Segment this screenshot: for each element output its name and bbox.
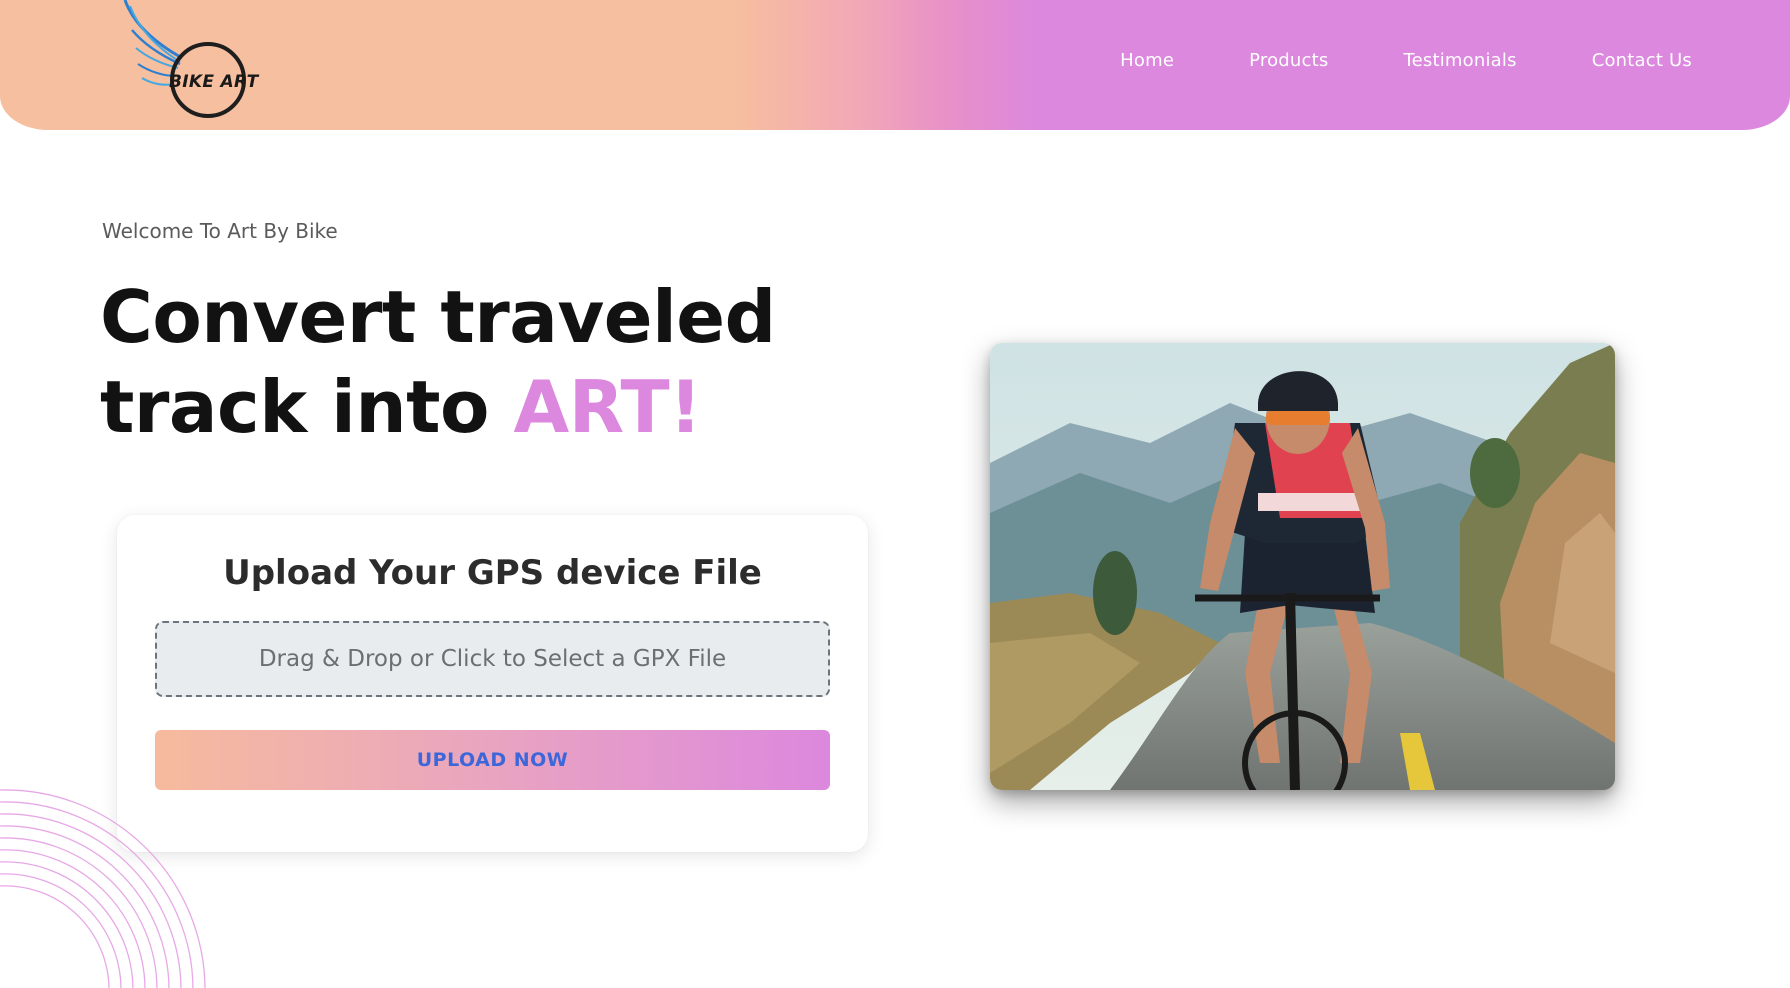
welcome-text: Welcome To Art By Bike [102, 219, 338, 243]
headline-line-1: Convert traveled [100, 275, 776, 359]
nav-products[interactable]: Products [1249, 50, 1328, 71]
hero-headline: Convert traveled track into ART! [100, 272, 776, 452]
main-nav: Home Products Testimonials Contact Us [1120, 50, 1692, 71]
cyclist-hero-image [990, 343, 1615, 790]
bike-art-logo[interactable]: BIKE ART [122, 0, 272, 124]
headline-accent: ART! [513, 365, 702, 449]
headline-line-2: track into [100, 365, 514, 449]
upload-title: Upload Your GPS device File [223, 553, 762, 593]
winged-wheel-icon [123, 0, 246, 118]
upload-card: Upload Your GPS device File Drag & Drop … [117, 515, 868, 852]
nav-testimonials[interactable]: Testimonials [1403, 50, 1516, 71]
upload-now-button[interactable]: UPLOAD NOW [155, 730, 830, 790]
cyclist-photo [990, 343, 1615, 790]
site-header: BIKE ART Home Products Testimonials Cont… [0, 0, 1790, 130]
gpx-dropzone[interactable]: Drag & Drop or Click to Select a GPX Fil… [155, 621, 830, 697]
logo-text: BIKE ART [169, 72, 259, 92]
dropzone-text: Drag & Drop or Click to Select a GPX Fil… [258, 646, 727, 672]
nav-contact-us[interactable]: Contact Us [1592, 50, 1692, 71]
nav-home[interactable]: Home [1120, 50, 1174, 71]
decorative-arcs [0, 789, 206, 988]
